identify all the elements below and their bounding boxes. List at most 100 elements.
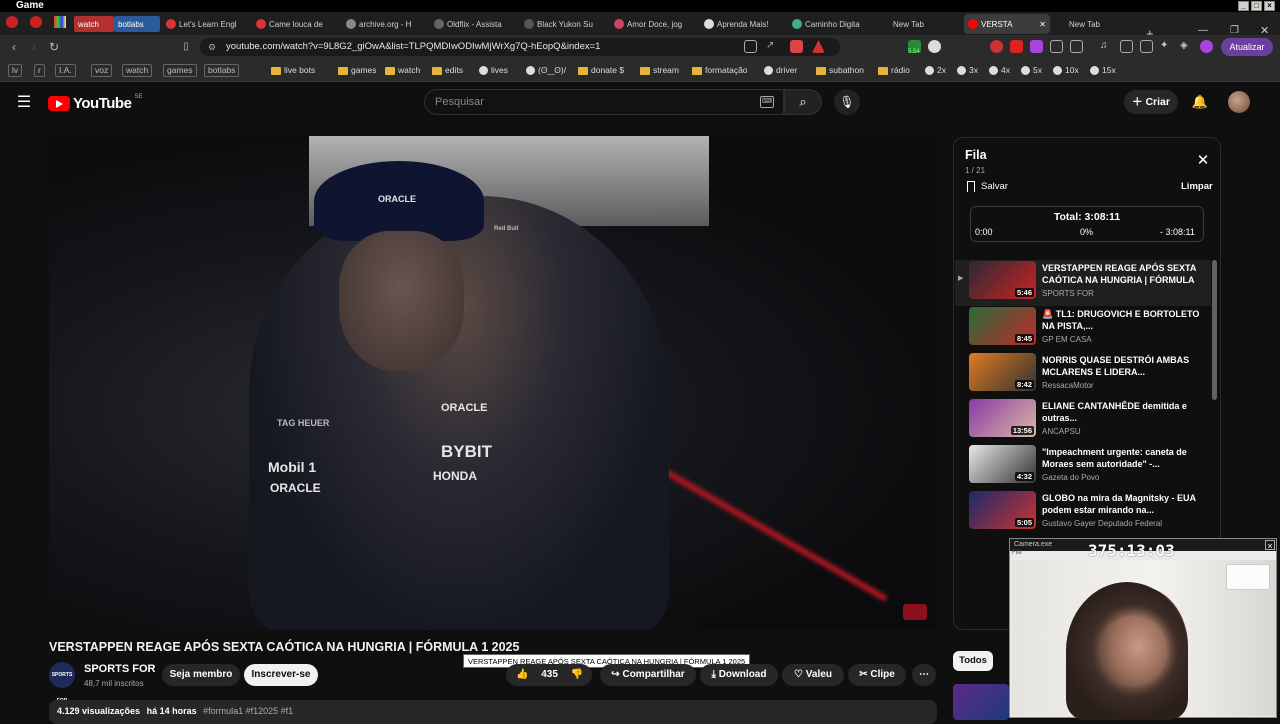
site-info-icon[interactable]: ⚙ [208, 38, 216, 56]
youtube-extension-icon[interactable] [1010, 40, 1023, 53]
tab-search-icon[interactable] [1140, 40, 1153, 53]
queue-item[interactable]: ▶ 5:46 VERSTAPPEN REAGE APÓS SEXTA CAÓTICA… [955, 260, 1211, 306]
extension-icon[interactable] [1050, 40, 1063, 53]
tab-archive-org-h[interactable]: archive.org - H [342, 14, 424, 34]
back-icon[interactable]: ‹ [6, 39, 22, 55]
tab-black-yukon-su[interactable]: Black Yukon Su [520, 14, 604, 34]
bookmark-lv[interactable]: lv [8, 64, 23, 77]
microphone-icon[interactable]: 🎙 [834, 89, 860, 115]
tab-let-s-learn-engl[interactable]: Let's Learn Engl [162, 14, 246, 34]
bookmark-3x[interactable]: 3x [957, 64, 978, 77]
tab-oldflix-assista[interactable]: Oldflix - Assista [430, 14, 514, 34]
queue-item[interactable]: 8:42 NORRIS QUASE DESTRÓI AMBAS MCLARENS … [955, 352, 1211, 398]
bookmark-icon[interactable]: ▯ [178, 39, 194, 55]
tab-new-tab[interactable]: New Tab [876, 14, 960, 34]
like-icon[interactable]: 👍 [516, 669, 528, 680]
media-icon[interactable]: ♫ [1100, 40, 1113, 53]
extension-icon[interactable] [1030, 40, 1043, 53]
queue-item[interactable]: 5:05 GLOBO na mira da Magnitsky - EUA pod… [955, 490, 1211, 536]
bookmark-games[interactable]: games [163, 64, 197, 77]
tab-group-watch[interactable]: watch [74, 16, 114, 32]
bookmark-5x[interactable]: 5x [1021, 64, 1042, 77]
forward-icon[interactable]: › [26, 39, 42, 55]
queue-item[interactable]: 13:56 ELIANE CANTANHÊDE demitida e outras… [955, 398, 1211, 444]
queue-close-icon[interactable]: ✕ [1194, 152, 1212, 170]
queue-scrollbar[interactable] [1212, 260, 1217, 400]
thanks-button[interactable]: ♡ Valeu [782, 664, 844, 686]
brave-shield-icon[interactable] [790, 40, 803, 53]
webcam-menu[interactable]: File [1012, 550, 1022, 556]
tab-group-botlabs[interactable]: botlabs [114, 16, 160, 32]
channel-avatar[interactable]: SPORTS FOR [49, 662, 75, 704]
tab-amor-doce-jog[interactable]: Amor Doce, jog [610, 14, 694, 34]
tab-close-icon[interactable]: ✕ [1039, 20, 1046, 29]
bookmark-games[interactable]: games [338, 64, 377, 77]
bookmark-live-bots[interactable]: live bots [271, 64, 315, 77]
vpn-icon[interactable]: ◈ [1180, 40, 1193, 53]
hamburger-menu-icon[interactable]: ☰ [14, 93, 34, 113]
notifications-bell-icon[interactable]: 🔔 [1191, 93, 1209, 111]
bookmark-4x[interactable]: 4x [989, 64, 1010, 77]
tab-came-louca-de[interactable]: Came louca de [252, 14, 336, 34]
queue-item[interactable]: 8:45 🚨 TL1: DRUGOVICH E BORTOLETO NA PIST… [955, 306, 1211, 352]
share-icon[interactable]: ↗ [766, 40, 779, 53]
bookmark-watch[interactable]: watch [122, 64, 153, 77]
bookmark-15x[interactable]: 15x [1090, 64, 1116, 77]
bookmark-r-dio[interactable]: rádio [878, 64, 910, 77]
bookmark-formata-o[interactable]: formatação [692, 64, 748, 77]
dislike-icon[interactable]: 👎 [571, 669, 583, 680]
search-icon[interactable]: ⌕ [784, 89, 822, 115]
queue-item[interactable]: 4:32 "Impeachment urgente: caneta de Mora… [955, 444, 1211, 490]
minimize-icon[interactable]: _ [1238, 1, 1249, 11]
bookmark-subathon[interactable]: subathon [816, 64, 864, 77]
bookmark--[interactable]: (ʘ‿ʘ)/ [526, 64, 566, 77]
extension-icon[interactable] [928, 40, 941, 53]
maximize-icon[interactable]: □ [1251, 1, 1262, 11]
bookmark-watch[interactable]: watch [385, 64, 420, 77]
bookmark-voz[interactable]: voz [91, 64, 113, 77]
bookmark-donate-[interactable]: donate $ [578, 64, 624, 77]
profile-icon[interactable] [1200, 40, 1213, 53]
bookmark-i-a-[interactable]: I.A. [55, 64, 76, 77]
search-input[interactable]: Pesquisar [424, 89, 784, 115]
bookmark-10x[interactable]: 10x [1053, 64, 1079, 77]
cast-icon[interactable] [744, 40, 757, 53]
related-video-thumbnail[interactable] [953, 684, 1009, 720]
subscribe-button[interactable]: Inscrever-se [244, 664, 318, 686]
update-button[interactable]: Atualizar [1221, 38, 1273, 56]
youtube-logo[interactable]: YouTube SE [48, 94, 142, 112]
video-player[interactable]: ORACLE TAG HEUER ORACLE BYBIT HONDA Mobi… [49, 136, 937, 630]
bookmark-r[interactable]: r [34, 64, 45, 77]
tab-versta[interactable]: VERSTA ✕ [964, 14, 1050, 34]
channel-name[interactable]: SPORTS FOR [84, 663, 156, 675]
clip-button[interactable]: ✂ Clipe [848, 664, 906, 686]
description-box[interactable]: 4.129 visualizações há 14 horas #formula… [49, 700, 937, 724]
sidebar-icon[interactable] [1120, 40, 1133, 53]
bookmark-stream[interactable]: stream [640, 64, 679, 77]
puzzle-icon[interactable]: ✦ [1160, 40, 1173, 53]
reload-icon[interactable]: ↻ [46, 39, 62, 55]
extension-icon[interactable] [1070, 40, 1083, 53]
join-button[interactable]: Seja membro [162, 664, 240, 686]
queue-clear-button[interactable]: Limpar [1181, 181, 1213, 192]
record-icon[interactable] [6, 16, 18, 28]
webcam-close-icon[interactable]: × [1265, 540, 1275, 551]
user-avatar[interactable] [1228, 91, 1250, 113]
close-icon[interactable]: × [1264, 1, 1275, 11]
queue-save-button[interactable]: Salvar [967, 181, 1008, 192]
bookmark-lives[interactable]: lives [479, 64, 508, 77]
share-button[interactable]: ↪ Compartilhar [600, 664, 696, 686]
download-button[interactable]: ⤓ Download [700, 664, 778, 686]
keyboard-icon[interactable]: ⌨ [760, 96, 774, 108]
bookmark-2x[interactable]: 2x [925, 64, 946, 77]
hashtags[interactable]: #formula1 #f12025 #f1 [203, 706, 293, 716]
more-actions-button[interactable]: ⋯ [912, 664, 936, 686]
channel-watermark[interactable] [903, 604, 927, 620]
bookmark-edits[interactable]: edits [432, 64, 463, 77]
tab-new-tab[interactable]: New Tab [1052, 14, 1136, 34]
create-button[interactable]: ＋ Criar [1124, 90, 1178, 114]
tab-caminho-digita[interactable]: Caminho Digita [788, 14, 872, 34]
record-icon[interactable] [30, 16, 42, 28]
grid-app-icon[interactable] [54, 16, 66, 28]
filter-chip-all[interactable]: Todos [953, 651, 993, 671]
